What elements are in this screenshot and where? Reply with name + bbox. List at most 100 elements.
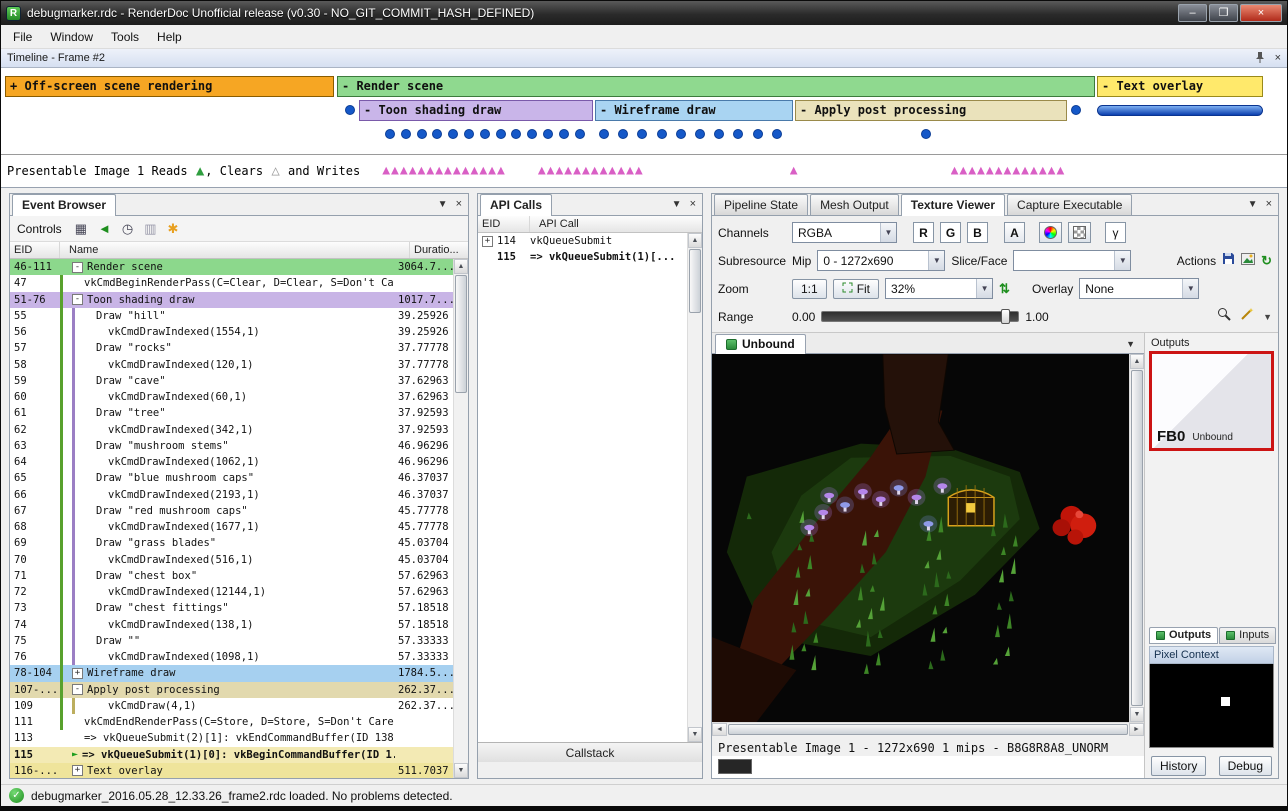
save-icon[interactable]	[1222, 252, 1235, 270]
scroll-down-icon[interactable]: ▼	[688, 727, 702, 742]
texture-list-chevron-icon[interactable]: ▼	[1117, 339, 1144, 353]
timeline-marker-bar[interactable]: + Off-screen scene rendering	[5, 76, 334, 97]
event-row[interactable]: 56vkCmdDrawIndexed(1554,1)39.25926	[10, 324, 453, 340]
chevron-down-icon[interactable]: ▼	[1248, 199, 1258, 210]
clear-triangle[interactable]: △	[271, 164, 279, 178]
tab-outputs[interactable]: Outputs	[1149, 627, 1218, 644]
tab-inputs[interactable]: Inputs	[1219, 627, 1276, 644]
timeline-draw-dot[interactable]	[527, 129, 537, 139]
timeline-draw-dot[interactable]	[559, 129, 569, 139]
background-checker-button[interactable]	[1068, 222, 1091, 243]
timeline-draw-dot[interactable]	[637, 129, 647, 139]
debug-button[interactable]: Debug	[1219, 756, 1272, 776]
chevron-down-icon[interactable]: ▼	[438, 199, 448, 210]
event-row[interactable]: 59Draw "cave"37.62963	[10, 373, 453, 389]
chevron-down-icon[interactable]: ▼	[1263, 312, 1272, 322]
event-row[interactable]: 57Draw "rocks"37.77778	[10, 340, 453, 356]
timeline-draw-dot[interactable]	[543, 129, 553, 139]
timeline-draw-dot[interactable]	[676, 129, 686, 139]
timeline-draw-dot[interactable]	[448, 129, 458, 139]
texture-vscrollbar[interactable]: ▲ ▼	[1129, 354, 1144, 722]
range-min-value[interactable]: 0.00	[792, 310, 815, 324]
expander-icon[interactable]: -	[72, 262, 83, 273]
timeline-draw-dot[interactable]	[733, 129, 743, 139]
event-row[interactable]: 55Draw "hill"39.25926	[10, 308, 453, 324]
timeline-draw-dot[interactable]	[417, 129, 427, 139]
event-row[interactable]: 69Draw "grass blades"45.03704	[10, 535, 453, 551]
tab-pipeline-state[interactable]: Pipeline State	[714, 194, 808, 215]
pixel-context-view[interactable]	[1149, 664, 1274, 748]
timeline-draw-dot[interactable]	[480, 129, 490, 139]
tab-event-browser[interactable]: Event Browser	[12, 194, 116, 216]
magnifier-icon[interactable]	[1217, 307, 1231, 326]
event-row[interactable]: 62vkCmdDrawIndexed(342,1)37.92593	[10, 422, 453, 438]
expander-icon[interactable]: +	[72, 765, 83, 776]
column-name[interactable]: Name	[60, 242, 410, 258]
autorange-wand-icon[interactable]	[1240, 307, 1254, 326]
alpha-channel-button[interactable]: A	[1004, 222, 1025, 243]
green-channel-button[interactable]: G	[940, 222, 961, 243]
scroll-thumb[interactable]	[1131, 370, 1143, 706]
api-calls-scrollbar[interactable]: ▲ ▼	[687, 233, 702, 742]
timeline-draw-dot[interactable]	[511, 129, 521, 139]
close-icon[interactable]: ×	[690, 198, 696, 210]
zoom-1to1-button[interactable]: 1:1	[792, 279, 827, 299]
event-row[interactable]: 66vkCmdDrawIndexed(2193,1)46.37037	[10, 487, 453, 503]
column-eid[interactable]: EID	[10, 242, 60, 258]
tab-capture-executable[interactable]: Capture Executable	[1007, 194, 1132, 215]
scroll-thumb[interactable]	[689, 249, 701, 313]
timeline-draw-dot[interactable]	[695, 129, 705, 139]
column-api-call[interactable]: API Call	[530, 216, 702, 232]
event-row[interactable]: 116-...+Text overlay511.7037	[10, 763, 453, 778]
timeline-draw-dot[interactable]	[496, 129, 506, 139]
timeline-marker-bar[interactable]: - Render scene	[337, 76, 1095, 97]
zoom-combo[interactable]: 32% ▼	[885, 278, 993, 299]
event-row[interactable]: 111vkCmdEndRenderPass(C=Store, D=Store, …	[10, 714, 453, 730]
menu-help[interactable]: Help	[148, 27, 191, 47]
titlebar[interactable]: R debugmarker.rdc - RenderDoc Unofficial…	[1, 1, 1287, 25]
event-row[interactable]: 58vkCmdDrawIndexed(120,1)37.77778	[10, 357, 453, 373]
event-row[interactable]: 72vkCmdDrawIndexed(12144,1)57.62963	[10, 584, 453, 600]
flip-y-icon[interactable]: ⇅	[999, 281, 1010, 297]
menu-window[interactable]: Window	[41, 27, 102, 47]
red-channel-button[interactable]: R	[913, 222, 934, 243]
range-slider-handle[interactable]	[1001, 309, 1010, 324]
event-row[interactable]: 46-111-Render scene3064.7...	[10, 259, 453, 275]
scroll-right-icon[interactable]: ►	[1129, 723, 1144, 736]
event-row[interactable]: 68vkCmdDrawIndexed(1677,1)45.77778	[10, 519, 453, 535]
event-row[interactable]: 51-76-Toon shading draw1017.7...	[10, 292, 453, 308]
timeline-draw-dot[interactable]	[714, 129, 724, 139]
scroll-left-icon[interactable]: ◄	[712, 723, 727, 736]
range-slider[interactable]	[821, 311, 1019, 322]
event-browser-scrollbar[interactable]: ▲ ▼	[453, 259, 468, 778]
timeline-draw-dot[interactable]	[599, 129, 609, 139]
write-triangles[interactable]: ▲	[790, 164, 799, 178]
timeline-draw-dot[interactable]	[657, 129, 667, 139]
history-button[interactable]: History	[1151, 756, 1206, 776]
column-duration[interactable]: Duratio...	[410, 242, 468, 258]
write-triangles[interactable]: ▲▲▲▲▲▲▲▲▲▲▲▲	[538, 164, 644, 178]
scroll-down-icon[interactable]: ▼	[1130, 707, 1144, 722]
callstack-section[interactable]: Callstack	[478, 742, 702, 762]
timeline-draw-dot[interactable]	[1071, 105, 1081, 115]
stats-icon[interactable]: ▥	[144, 222, 156, 235]
minimize-button[interactable]: –	[1178, 4, 1207, 22]
event-row[interactable]: 76vkCmdDrawIndexed(1098,1)57.33333	[10, 649, 453, 665]
timeline-draw-dot[interactable]	[432, 129, 442, 139]
event-row[interactable]: 74vkCmdDrawIndexed(138,1)57.18518	[10, 617, 453, 633]
event-row[interactable]: 60vkCmdDrawIndexed(60,1)37.62963	[10, 389, 453, 405]
texture-image[interactable]	[712, 354, 1129, 722]
timeline-close-icon[interactable]: ×	[1275, 52, 1281, 64]
mip-dropdown[interactable]: 0 - 1272x690 ▼	[817, 250, 945, 271]
scroll-thumb[interactable]	[728, 724, 1128, 735]
timeline-header[interactable]: Timeline - Frame #2 ×	[1, 49, 1287, 68]
timeline-draw-bar[interactable]	[1097, 105, 1263, 116]
menu-tools[interactable]: Tools	[102, 27, 148, 47]
zoom-fit-button[interactable]: Fit	[833, 279, 879, 299]
timeline-draw-dot[interactable]	[618, 129, 628, 139]
event-row[interactable]: 64vkCmdDrawIndexed(1062,1)46.96296	[10, 454, 453, 470]
write-triangles[interactable]: ▲▲▲▲▲▲▲▲▲▲▲▲▲▲	[382, 164, 506, 178]
timeline-draw-dot[interactable]	[921, 129, 931, 139]
timeline-draw-dot[interactable]	[345, 105, 355, 115]
event-row[interactable]: 115►=> vkQueueSubmit(1)[0]: vkBeginComma…	[10, 747, 453, 763]
